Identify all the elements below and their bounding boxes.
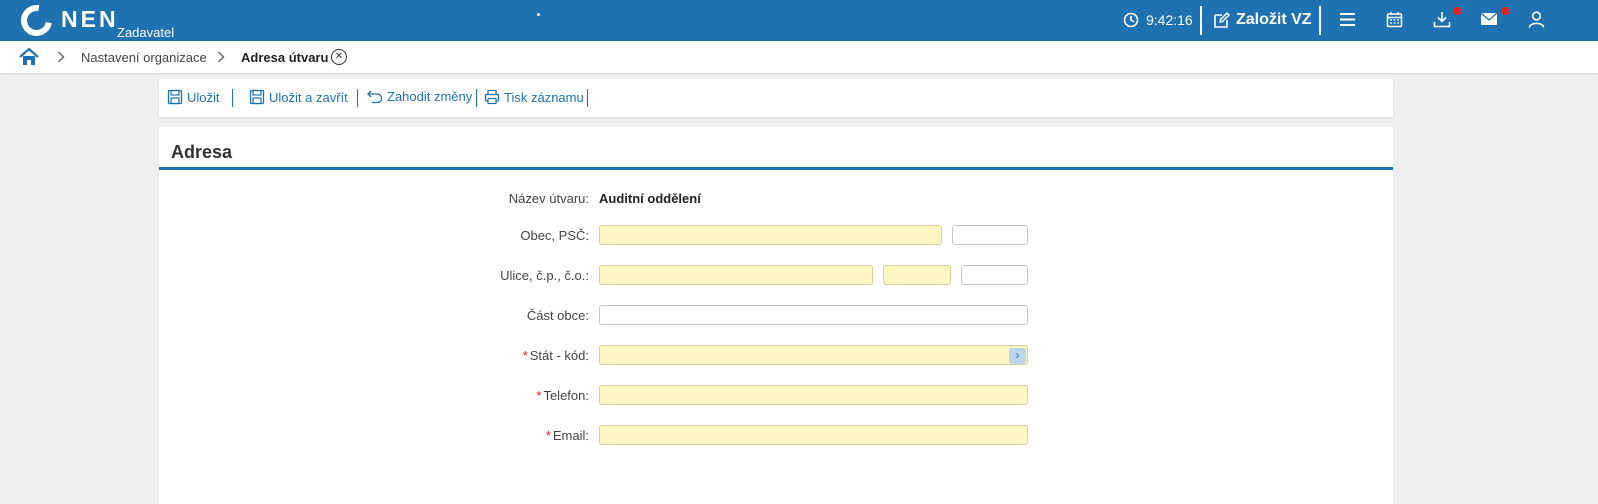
edit-icon — [1214, 11, 1230, 28]
clock-icon — [1123, 12, 1139, 28]
top-bar: NEN Zadavatel 9:42:16 Založit VZ — [0, 0, 1598, 43]
breadcrumb: Nastavení organizace Adresa útvaru ✕ — [0, 41, 1598, 73]
country-code-label: * Stát - kód: — [522, 348, 589, 363]
discard-changes-button[interactable]: Zahodit změny — [366, 89, 472, 104]
discard-changes-label: Zahodit změny — [387, 89, 473, 104]
country-code-input[interactable] — [599, 345, 1028, 365]
phone-input[interactable] — [599, 385, 1028, 405]
email-label: * Email: — [545, 428, 589, 443]
section-divider — [159, 167, 1393, 170]
toolbar-divider — [232, 89, 233, 107]
header-divider — [1319, 6, 1321, 35]
print-record-label: Tisk záznamu — [504, 89, 584, 105]
brand-name[interactable]: NEN — [61, 6, 119, 33]
create-tender-button[interactable]: Založit VZ — [1213, 9, 1312, 31]
save-button[interactable]: Uložit — [167, 89, 220, 105]
brand-subtitle: Zadavatel — [117, 25, 175, 40]
house-number-input[interactable] — [883, 265, 951, 285]
save-and-close-label: Uložit a zavřít — [269, 89, 348, 105]
nen-logo-icon[interactable] — [14, 0, 59, 43]
breadcrumb-item-unit-address: Adresa útvaru — [241, 50, 329, 65]
required-marker: * — [522, 348, 528, 363]
required-marker: * — [536, 388, 542, 403]
calendar-icon[interactable] — [1386, 11, 1403, 28]
session-time: 9:42:16 — [1146, 12, 1193, 28]
loading-dot — [537, 13, 540, 16]
undo-icon — [367, 90, 383, 103]
user-icon[interactable] — [1528, 11, 1545, 28]
chevron-right-icon[interactable]: › — [1009, 348, 1026, 364]
toolbar-divider — [357, 89, 358, 107]
section-title: Adresa — [171, 142, 233, 162]
city-zip-label: Obec, PSČ: — [520, 228, 589, 243]
zip-input[interactable] — [952, 225, 1028, 245]
action-toolbar: Uložit Uložit a zavřít Zahodit změny Tis… — [159, 79, 1393, 117]
street-label: Ulice, č.p., č.o.: — [500, 268, 589, 283]
chevron-right-icon — [58, 51, 65, 63]
street-input[interactable] — [599, 265, 873, 285]
district-input[interactable] — [599, 305, 1028, 325]
unit-name-label: Název útvaru: — [508, 191, 589, 206]
close-tab-icon[interactable]: ✕ — [331, 49, 347, 65]
home-icon[interactable] — [19, 48, 39, 66]
phone-label: * Telefon: — [536, 388, 589, 403]
printer-icon — [484, 89, 500, 105]
create-tender-label: Založit VZ — [1236, 11, 1312, 28]
breadcrumb-item-organization-settings[interactable]: Nastavení organizace — [81, 50, 207, 65]
save-label: Uložit — [187, 89, 220, 105]
district-label: Část obce: — [526, 308, 589, 323]
download-notification-badge — [1453, 7, 1461, 15]
mail-notification-badge — [1501, 7, 1509, 15]
save-and-close-button[interactable]: Uložit a zavřít — [249, 89, 348, 105]
chevron-right-icon — [218, 51, 225, 63]
toolbar-divider — [587, 89, 588, 107]
unit-name-value: Auditní oddělení — [599, 191, 701, 206]
save-icon — [167, 89, 183, 105]
orientation-number-input[interactable] — [961, 265, 1028, 285]
city-input[interactable] — [599, 225, 942, 245]
print-record-button[interactable]: Tisk záznamu — [484, 89, 584, 105]
save-icon — [249, 89, 265, 105]
required-marker: * — [545, 428, 551, 443]
email-input[interactable] — [599, 425, 1028, 445]
toolbar-divider — [476, 89, 477, 107]
header-divider — [1200, 6, 1202, 35]
mail-icon[interactable] — [1480, 12, 1498, 26]
menu-icon[interactable] — [1339, 11, 1356, 28]
download-icon[interactable] — [1433, 11, 1451, 28]
